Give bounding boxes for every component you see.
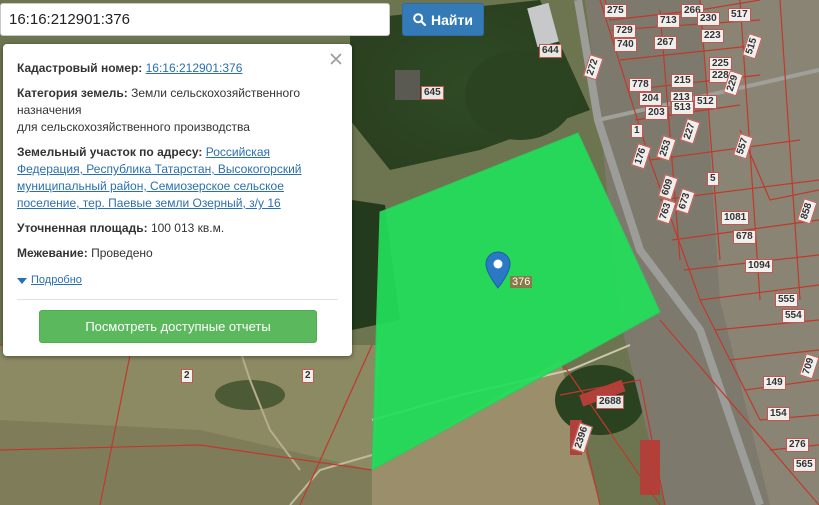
cadastral-label: 2 [302, 369, 314, 383]
cadastral-label: 644 [539, 44, 562, 58]
cadastral-label: 203 [645, 106, 668, 120]
cadastral-label: 713 [657, 14, 680, 28]
cadastral-label: 1094 [745, 259, 774, 273]
cadastral-label: 2 [181, 369, 193, 383]
cadastral-label: 729 [613, 24, 636, 38]
details-link[interactable]: Подробно [31, 272, 82, 289]
cadastral-label: 275 [604, 4, 627, 18]
cadastral-label: 555 [775, 293, 798, 307]
search-button[interactable]: Найти [402, 3, 484, 36]
cadastral-label: 215 [671, 74, 694, 88]
area-label: Уточненная площадь: [17, 221, 148, 235]
search-icon [413, 13, 427, 26]
selected-parcel-label: 376 [510, 276, 533, 288]
land-category-usage: для сельскохозяйственного производства [17, 120, 250, 134]
cadastral-number-link[interactable]: 16:16:212901:376 [146, 61, 243, 75]
search-bar: Найти [0, 3, 484, 36]
area-value: 100 013 кв.м. [150, 221, 225, 235]
cadastral-label: 230 [697, 12, 720, 26]
cadastral-label: 276 [786, 438, 809, 452]
area-row: Уточненная площадь: 100 013 кв.м. [17, 220, 338, 237]
land-category-label: Категория земель: [17, 86, 128, 100]
address-row: Земельный участок по адресу: Российская … [17, 144, 338, 212]
cadastral-label: 1 [631, 124, 643, 138]
cadastral-label: 778 [629, 78, 652, 92]
cadastral-label: 512 [694, 95, 717, 109]
survey-value: Проведено [91, 246, 153, 260]
cadastral-label: 565 [793, 458, 816, 472]
cadastral-label: 204 [639, 92, 662, 106]
details-toggle[interactable]: Подробно [17, 272, 338, 289]
address-label: Земельный участок по адресу: [17, 145, 203, 159]
cadastral-label: 2688 [596, 395, 625, 409]
cadastral-label: 554 [782, 309, 805, 323]
land-category-row: Категория земель: Земли сельскохозяйстве… [17, 85, 338, 136]
cadastral-label: 1081 [721, 211, 750, 225]
cadastral-label: 267 [654, 36, 677, 50]
caret-down-icon [17, 277, 27, 284]
cadastral-label: 154 [767, 407, 790, 421]
parcel-info-popup: Кадастровый номер: 16:16:212901:376 Кате… [3, 44, 352, 356]
close-icon[interactable] [328, 51, 344, 67]
cadastral-label: 5 [707, 172, 719, 186]
search-button-label: Найти [431, 11, 473, 28]
view-reports-button[interactable]: Посмотреть доступные отчеты [39, 310, 317, 343]
cadastral-label: 223 [701, 29, 724, 43]
search-input[interactable] [0, 3, 390, 36]
cadastral-label: 517 [728, 8, 751, 22]
cadastral-label: 645 [421, 86, 444, 100]
cadastral-number-row: Кадастровый номер: 16:16:212901:376 [17, 60, 338, 77]
cadastral-label: 678 [733, 230, 756, 244]
cadastral-label: 149 [763, 376, 786, 390]
survey-label: Межевание: [17, 246, 88, 260]
cadastral-number-label: Кадастровый номер: [17, 61, 143, 75]
divider [17, 299, 338, 300]
survey-row: Межевание: Проведено [17, 245, 338, 262]
cadastral-label: 740 [614, 38, 637, 52]
cadastral-label: 513 [671, 101, 694, 115]
